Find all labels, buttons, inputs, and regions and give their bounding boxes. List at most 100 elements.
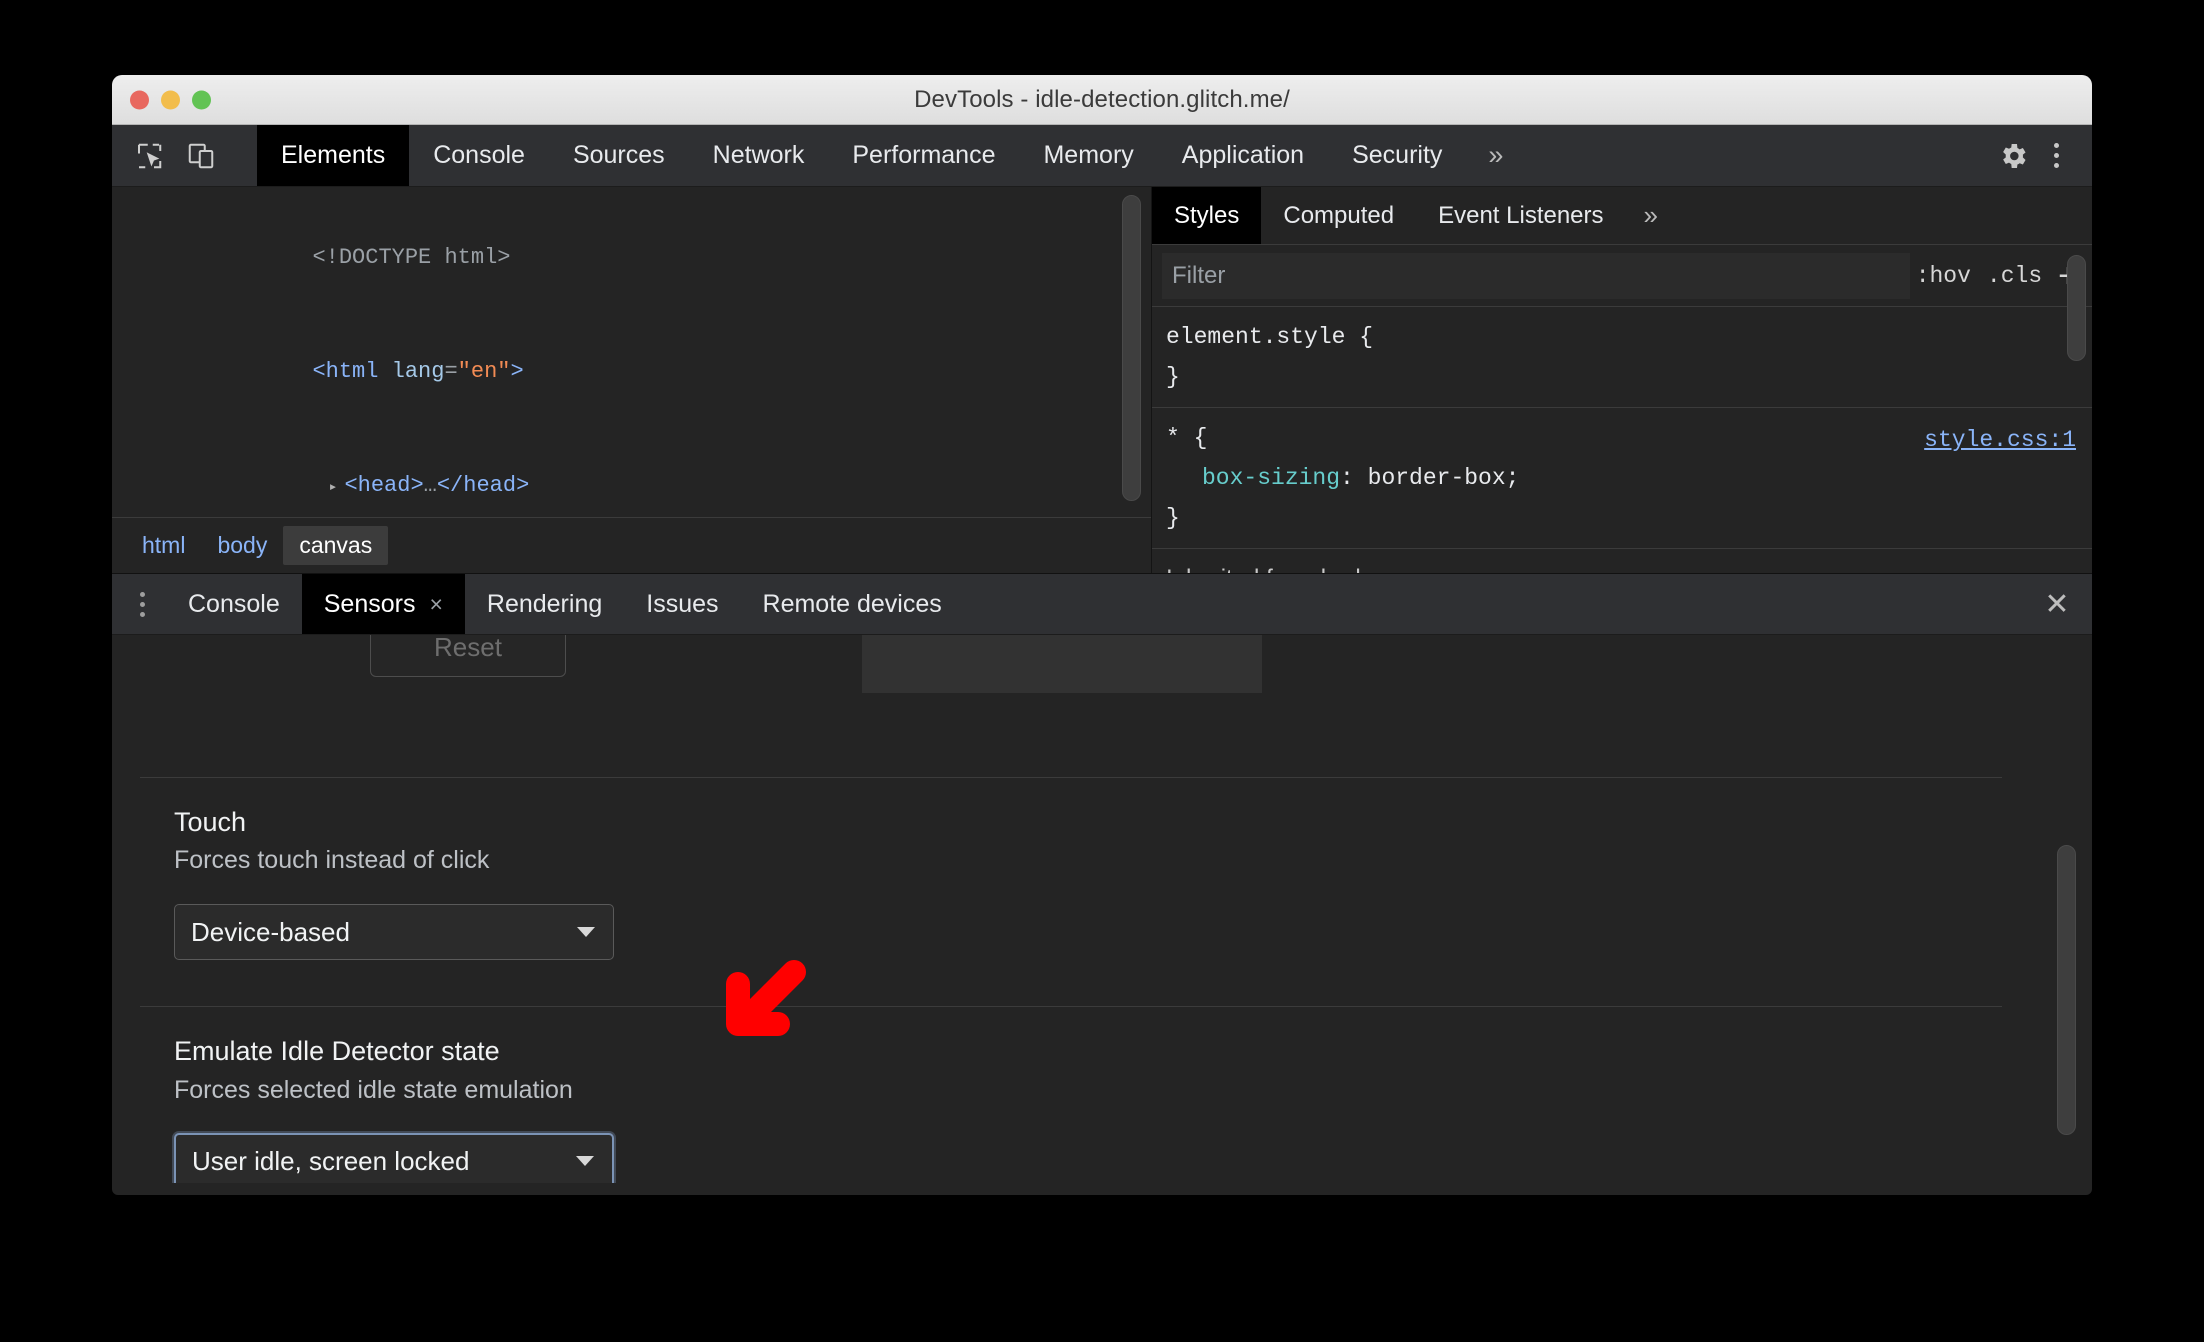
css-source-link[interactable]: style.css:1 [1924,420,2076,460]
screenshot-root: DevTools - idle-detection.glitch.me/ Ele… [0,0,2204,1342]
close-icon[interactable]: × [429,591,442,618]
inherited-section-header: Inherited from body [1152,549,2092,573]
css-declaration[interactable]: box-sizing: border-box; [1166,458,2078,498]
dom-eq: = [444,359,458,384]
more-tabs-chevron-icon[interactable]: » [1466,125,1525,186]
toolbar-right-group [1971,125,2092,186]
drawer-tab-remote-devices[interactable]: Remote devices [741,574,964,634]
elements-panel: <!DOCTYPE html> <html lang="en"> ▸ <head>… [112,187,1152,573]
styles-filter-buttons: :hov .cls + [1916,259,2092,293]
tab-elements[interactable]: Elements [257,125,410,186]
drawer-tab-sensors[interactable]: Sensors × [301,574,465,634]
dom-doctype: <!DOCTYPE html> [312,245,511,270]
close-drawer-button[interactable]: ✕ [2022,574,2092,634]
css-rule-element-style[interactable]: element.style { } [1152,307,2092,408]
tab-memory[interactable]: Memory [1019,125,1157,186]
dom-tag: <head> [344,473,424,498]
drawer-tab-issues[interactable]: Issues [624,574,740,634]
drawer-tab-label: Remote devices [762,589,942,618]
dom-ellipsis: … [423,473,437,498]
chevron-down-icon [577,927,595,938]
drawer-tabbar: Console Sensors × Rendering Issues Remot… [112,573,2092,635]
dom-line[interactable]: <html lang="en"> [112,315,1151,429]
dom-line[interactable]: ▸ <head>…</head> [112,429,1151,517]
upper-split: <!DOCTYPE html> <html lang="en"> ▸ <head>… [112,187,2092,573]
gear-icon[interactable] [1992,135,2034,177]
drawer-tab-rendering[interactable]: Rendering [465,574,624,634]
toolbar-icon-group [112,125,257,186]
css-rule-universal[interactable]: * { style.css:1 box-sizing: border-box; … [1152,408,2092,549]
idle-section-subtitle: Forces selected idle state emulation [174,1075,573,1104]
inspect-element-icon[interactable] [128,135,170,177]
sensors-scrollbar[interactable] [2057,845,2076,1135]
styles-panel: Styles Computed Event Listeners » Filter… [1152,187,2092,573]
idle-detector-section: Emulate Idle Detector state Forces selec… [112,1007,2092,1183]
tab-console[interactable]: Console [409,125,549,186]
drawer-tab-label: Rendering [486,589,603,618]
drawer-tab-label: Sensors [323,589,416,618]
css-colon: : [1340,465,1368,491]
touch-select-value: Device-based [191,916,350,947]
css-rules-list[interactable]: element.style { } * { style.css:1 box-si… [1152,307,2092,573]
orientation-preview-box [862,635,1262,693]
chevron-right-icon[interactable]: ▸ [328,469,344,507]
touch-select[interactable]: Device-based [174,904,614,961]
tab-computed[interactable]: Computed [1261,187,1416,244]
dom-tag: <html [312,359,392,384]
styles-filter-row: Filter :hov .cls + [1152,245,2092,307]
drawer-kebab-menu-icon[interactable] [118,574,166,634]
styles-scrollbar[interactable] [2067,255,2086,361]
dom-attr-value: "en" [457,359,511,384]
sensors-clipped-section: Reset [112,635,2092,719]
breadcrumb-item-html[interactable]: html [126,526,201,565]
dom-line[interactable]: <!DOCTYPE html> [112,201,1151,315]
css-close-brace: } [1166,364,1180,390]
tab-security[interactable]: Security [1328,125,1466,186]
tab-network[interactable]: Network [689,125,829,186]
drawer-tab-console[interactable]: Console [166,574,302,634]
chevron-down-icon [576,1156,594,1167]
idle-state-select[interactable]: User idle, screen locked [174,1133,614,1183]
drawer-tab-label: Issues [646,589,719,618]
idle-state-select-value: User idle, screen locked [192,1145,470,1176]
minimize-window-button[interactable] [161,90,180,109]
hover-state-button[interactable]: :hov [1916,263,1971,289]
idle-section-title: Emulate Idle Detector state [174,1036,500,1067]
device-toolbar-icon[interactable] [180,135,222,177]
reset-button[interactable]: Reset [370,635,566,677]
css-property-name[interactable]: box-sizing [1202,465,1340,491]
zoom-window-button[interactable] [192,90,211,109]
elements-scrollbar[interactable] [1122,195,1141,501]
breadcrumb-item-canvas[interactable]: canvas [283,526,389,565]
dom-tree[interactable]: <!DOCTYPE html> <html lang="en"> ▸ <head>… [112,187,1151,517]
touch-section: Touch Forces touch instead of click Devi… [112,778,2092,961]
window-controls[interactable] [130,90,211,109]
dom-tag-end: > [510,359,524,384]
tab-sources[interactable]: Sources [549,125,689,186]
tab-application[interactable]: Application [1158,125,1328,186]
main-toolbar: Elements Console Sources Network Perform… [112,125,2092,187]
styles-filter-input[interactable]: Filter [1162,252,1910,299]
dom-tag-close: </head> [436,473,530,498]
css-close-brace: } [1166,505,1180,531]
window-title: DevTools - idle-detection.glitch.me/ [914,85,1290,113]
devtools-window: DevTools - idle-detection.glitch.me/ Ele… [112,75,2092,1195]
tab-performance[interactable]: Performance [828,125,1019,186]
class-toggle-button[interactable]: .cls [1987,263,2042,289]
breadcrumb-item-body[interactable]: body [201,526,283,565]
touch-section-title: Touch [174,807,247,837]
kebab-menu-icon[interactable] [2038,134,2074,178]
panel-tabs: Elements Console Sources Network Perform… [257,125,1525,186]
css-property-value[interactable]: border-box; [1368,465,1520,491]
tab-event-listeners[interactable]: Event Listeners [1416,187,1625,244]
touch-section-subtitle: Forces touch instead of click [174,846,490,875]
dom-attr-name: lang [391,359,445,384]
styles-more-tabs-chevron-icon[interactable]: » [1626,187,1676,244]
close-window-button[interactable] [130,90,149,109]
styles-tabbar: Styles Computed Event Listeners » [1152,187,2092,245]
drawer-tab-label: Console [188,589,280,618]
sensors-panel: Reset Touch Forces touch instead of clic… [112,635,2092,1183]
css-selector[interactable]: element.style { [1166,317,2078,357]
breadcrumb: html body canvas [112,517,1151,573]
tab-styles[interactable]: Styles [1152,187,1262,244]
